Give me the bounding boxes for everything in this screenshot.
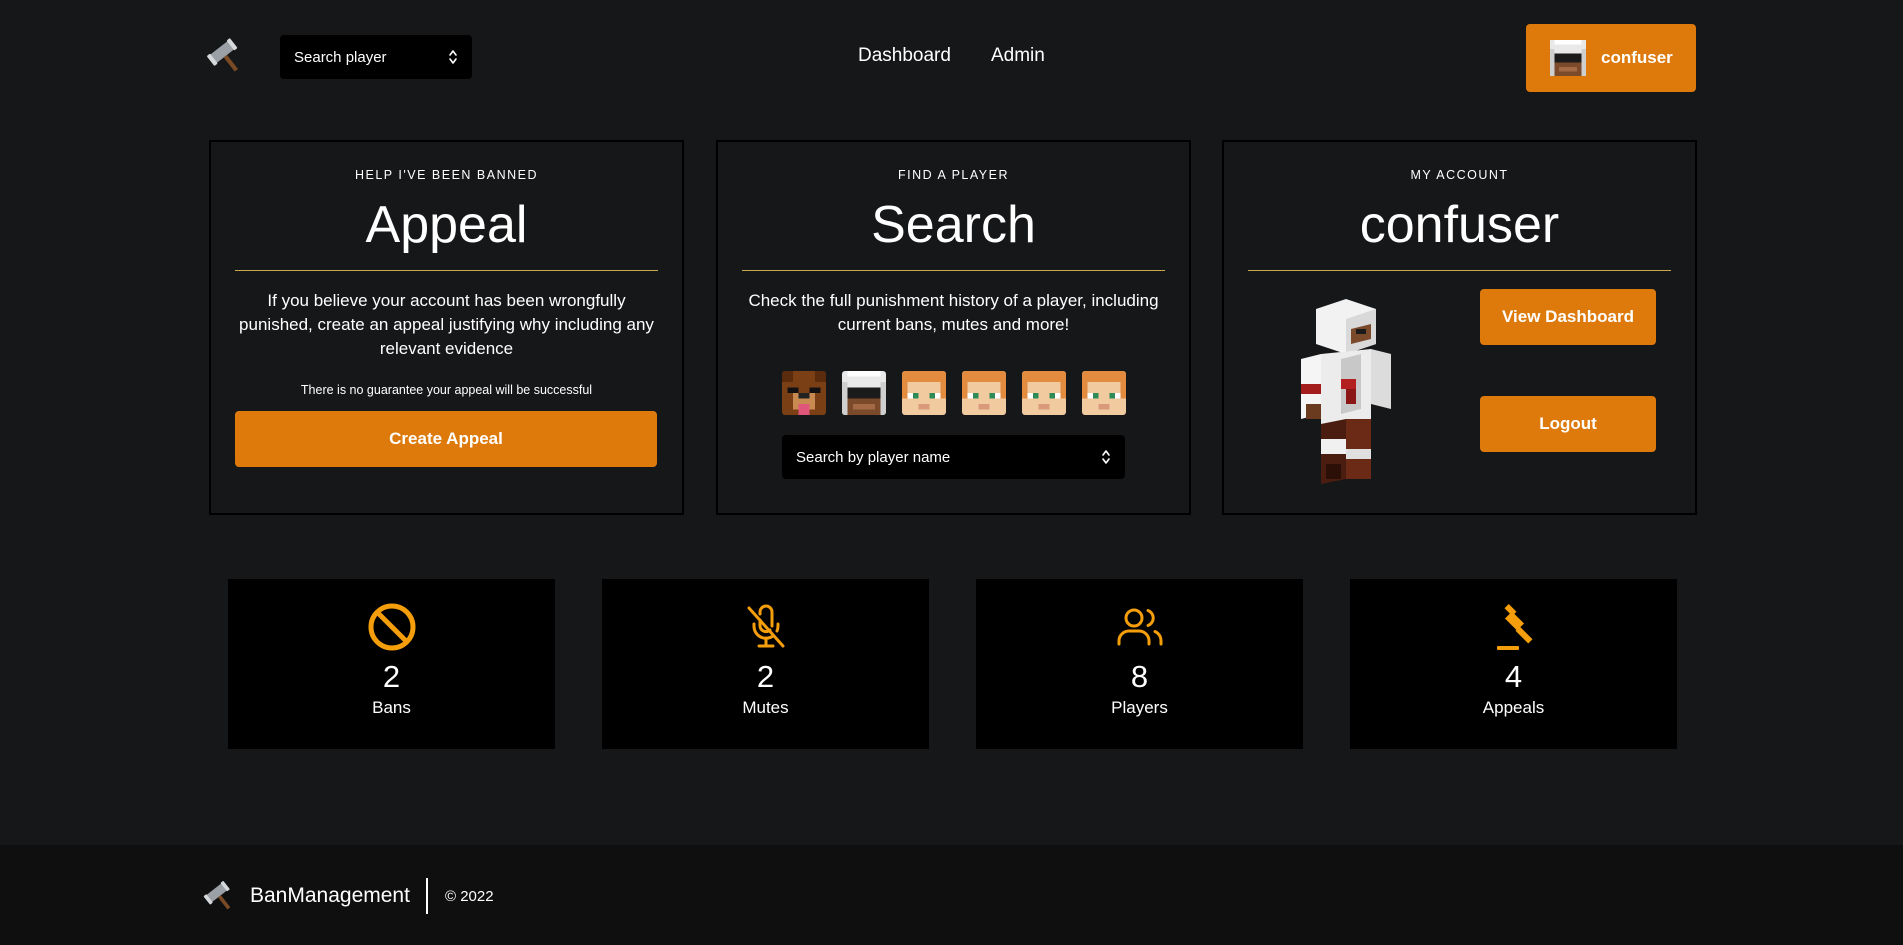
search-player-select[interactable]: Search player (280, 35, 472, 79)
player-head-confuser[interactable] (842, 371, 886, 415)
gavel-logo-icon[interactable] (202, 879, 238, 915)
nav-admin-link[interactable]: Admin (991, 45, 1045, 67)
user-menu-button[interactable]: confuser (1526, 24, 1696, 92)
stat-players[interactable]: 8 Players (976, 579, 1303, 749)
stat-value: 2 (756, 659, 775, 694)
stat-appeals[interactable]: 4 Appeals (1350, 579, 1677, 749)
player-head-alex[interactable] (1022, 371, 1066, 415)
player-head-alex[interactable] (1082, 371, 1126, 415)
search-title: Search (871, 196, 1036, 254)
main-nav: Dashboard Admin (858, 45, 1045, 67)
divider (1248, 270, 1671, 271)
avatar (1550, 40, 1586, 76)
footer-copyright: © 2022 (445, 888, 494, 905)
player-head-bear[interactable] (782, 371, 826, 415)
appeal-eyebrow: HELP I'VE BEEN BANNED (354, 168, 538, 182)
top-navbar: Search player Dashboard Admin confuser (0, 0, 1903, 116)
select-chevrons-icon (448, 48, 458, 66)
player-name-search-placeholder: Search by player name (796, 448, 951, 466)
divider (235, 270, 658, 271)
stat-value: 2 (382, 659, 401, 694)
users-icon (1117, 608, 1162, 646)
player-name-search-select[interactable]: Search by player name (782, 435, 1125, 479)
create-appeal-button[interactable]: Create Appeal (235, 411, 657, 467)
stat-bans[interactable]: 2 Bans (228, 579, 555, 749)
recent-player-heads (742, 371, 1165, 415)
account-username: confuser (1359, 196, 1560, 254)
player-skin-render (1301, 299, 1391, 484)
search-player-select-label: Search player (294, 48, 387, 66)
appeal-description: If you believe your account has been wro… (239, 291, 654, 358)
account-card: MY ACCOUNT confuser View Dashboard Logou… (1222, 140, 1697, 515)
select-chevrons-icon (1101, 448, 1111, 466)
appeal-title: Appeal (365, 196, 528, 254)
view-dashboard-button[interactable]: View Dashboard (1480, 289, 1656, 345)
stat-value: 4 (1504, 659, 1523, 694)
stat-label: Appeals (1482, 698, 1545, 717)
gavel-logo-icon[interactable] (205, 36, 247, 78)
stat-mutes[interactable]: 2 Mutes (602, 579, 929, 749)
ban-icon (368, 603, 415, 651)
player-head-alex[interactable] (962, 371, 1006, 415)
footer-brand[interactable]: BanManagement (250, 884, 410, 908)
account-body: View Dashboard Logout (1248, 289, 1671, 489)
search-eyebrow: FIND A PLAYER (898, 168, 1009, 182)
nav-dashboard-link[interactable]: Dashboard (858, 45, 951, 67)
stat-label: Mutes (742, 698, 789, 717)
player-head-alex[interactable] (902, 371, 946, 415)
stat-label: Bans (372, 698, 411, 717)
search-description: Check the full punishment history of a p… (748, 291, 1159, 334)
mic-off-icon (747, 604, 784, 648)
logout-button[interactable]: Logout (1480, 396, 1656, 452)
appeal-note: There is no guarantee your appeal will b… (300, 383, 593, 397)
divider (742, 270, 1165, 271)
account-eyebrow: MY ACCOUNT (1410, 168, 1509, 182)
user-name: confuser (1601, 48, 1673, 67)
stat-label: Players (1111, 698, 1168, 717)
gavel-icon (1496, 603, 1532, 650)
search-card: FIND A PLAYER Search Check the full puni… (716, 140, 1191, 515)
stat-value: 8 (1130, 659, 1149, 694)
footer-divider (426, 878, 428, 914)
appeal-card: HELP I'VE BEEN BANNED Appeal If you beli… (209, 140, 684, 515)
